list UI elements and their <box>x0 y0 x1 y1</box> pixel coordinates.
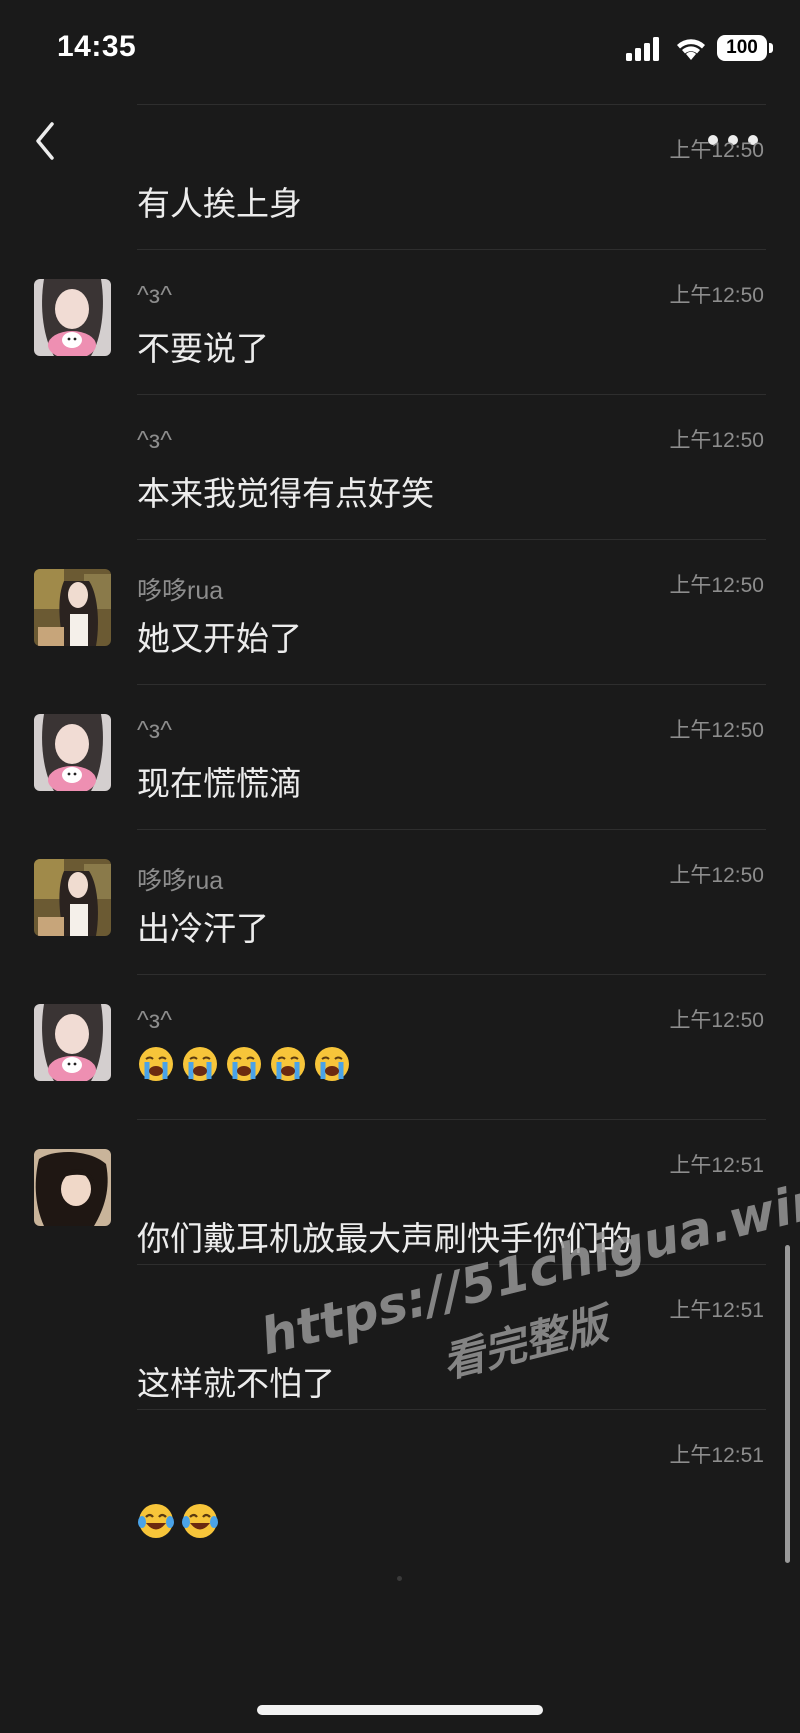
avatar[interactable] <box>34 859 111 936</box>
sender-name: 哆哆rua <box>137 577 224 605</box>
message-time: 上午12:50 <box>669 139 764 162</box>
sender-name: ^з^ <box>137 716 172 744</box>
loudly-crying-face-icon <box>225 1045 263 1083</box>
message-time: 上午12:50 <box>669 429 764 452</box>
message-row[interactable]: ^з^ 上午12:50 现在慌慌滴 <box>0 684 800 829</box>
loudly-crying-face-icon <box>269 1045 307 1083</box>
avatar-girl-dark-hair-image <box>34 1149 111 1226</box>
decorative-dot <box>397 1576 402 1581</box>
avatar-girl-cafe-image <box>34 859 111 936</box>
message-row[interactable]: 上午12:50 有人挨上身 <box>0 104 800 249</box>
battery-tip <box>769 43 773 53</box>
avatar[interactable] <box>34 569 111 646</box>
message-row[interactable]: 哆哆rua 上午12:50 她又开始了 <box>0 539 800 684</box>
scrollbar[interactable] <box>785 1245 790 1563</box>
message-time: 上午12:50 <box>669 284 764 307</box>
battery-icon: 100 <box>717 35 767 61</box>
message-time: 上午12:50 <box>669 1009 764 1032</box>
message-text: 出冷汗了 <box>137 909 269 948</box>
sender-name: ^з^ <box>137 1006 172 1034</box>
message-emoji-row <box>137 1045 351 1083</box>
face-with-tears-of-joy-icon <box>181 1502 219 1540</box>
message-time: 上午12:50 <box>669 574 764 597</box>
message-text: 有人挨上身 <box>137 184 302 223</box>
avatar-girl-cafe-image <box>34 569 111 646</box>
loudly-crying-face-icon <box>137 1045 175 1083</box>
message-text: 不要说了 <box>137 329 269 368</box>
message-time: 上午12:50 <box>669 864 764 887</box>
avatar-girl-plush-image <box>34 1004 111 1081</box>
sender-name: ^з^ <box>137 426 172 454</box>
home-indicator[interactable] <box>257 1705 543 1715</box>
loudly-crying-face-icon <box>181 1045 219 1083</box>
cellular-signal-icon <box>626 37 659 61</box>
face-with-tears-of-joy-icon <box>137 1502 175 1540</box>
message-row[interactable]: ^з^ 上午12:50 不要说了 <box>0 249 800 394</box>
message-time: 上午12:51 <box>669 1444 764 1467</box>
avatar[interactable] <box>34 279 111 356</box>
avatar-girl-plush-image <box>34 279 111 356</box>
sender-name: ^з^ <box>137 281 172 309</box>
message-row[interactable]: ^з^ 上午12:50 本来我觉得有点好笑 <box>0 394 800 539</box>
loudly-crying-face-icon <box>313 1045 351 1083</box>
message-text: 现在慌慌滴 <box>137 764 302 803</box>
message-row[interactable]: ^з^ 上午12:50 <box>0 974 800 1119</box>
sender-name: 哆哆rua <box>137 867 224 895</box>
message-text: 她又开始了 <box>137 619 302 658</box>
wifi-icon <box>677 39 705 60</box>
avatar[interactable] <box>34 1004 111 1081</box>
message-row[interactable]: 哆哆rua 上午12:50 出冷汗了 <box>0 829 800 974</box>
message-time: 上午12:50 <box>669 719 764 742</box>
avatar[interactable] <box>34 714 111 791</box>
message-row[interactable]: 上午12:51 <box>0 1409 800 1554</box>
avatar-girl-plush-image <box>34 714 111 791</box>
status-bar: 14:35 100 <box>0 0 800 100</box>
status-time: 14:35 <box>57 30 137 63</box>
message-time: 上午12:51 <box>669 1154 764 1177</box>
message-emoji-row <box>137 1502 219 1540</box>
avatar[interactable] <box>34 1149 111 1226</box>
message-text: 本来我觉得有点好笑 <box>137 474 434 513</box>
